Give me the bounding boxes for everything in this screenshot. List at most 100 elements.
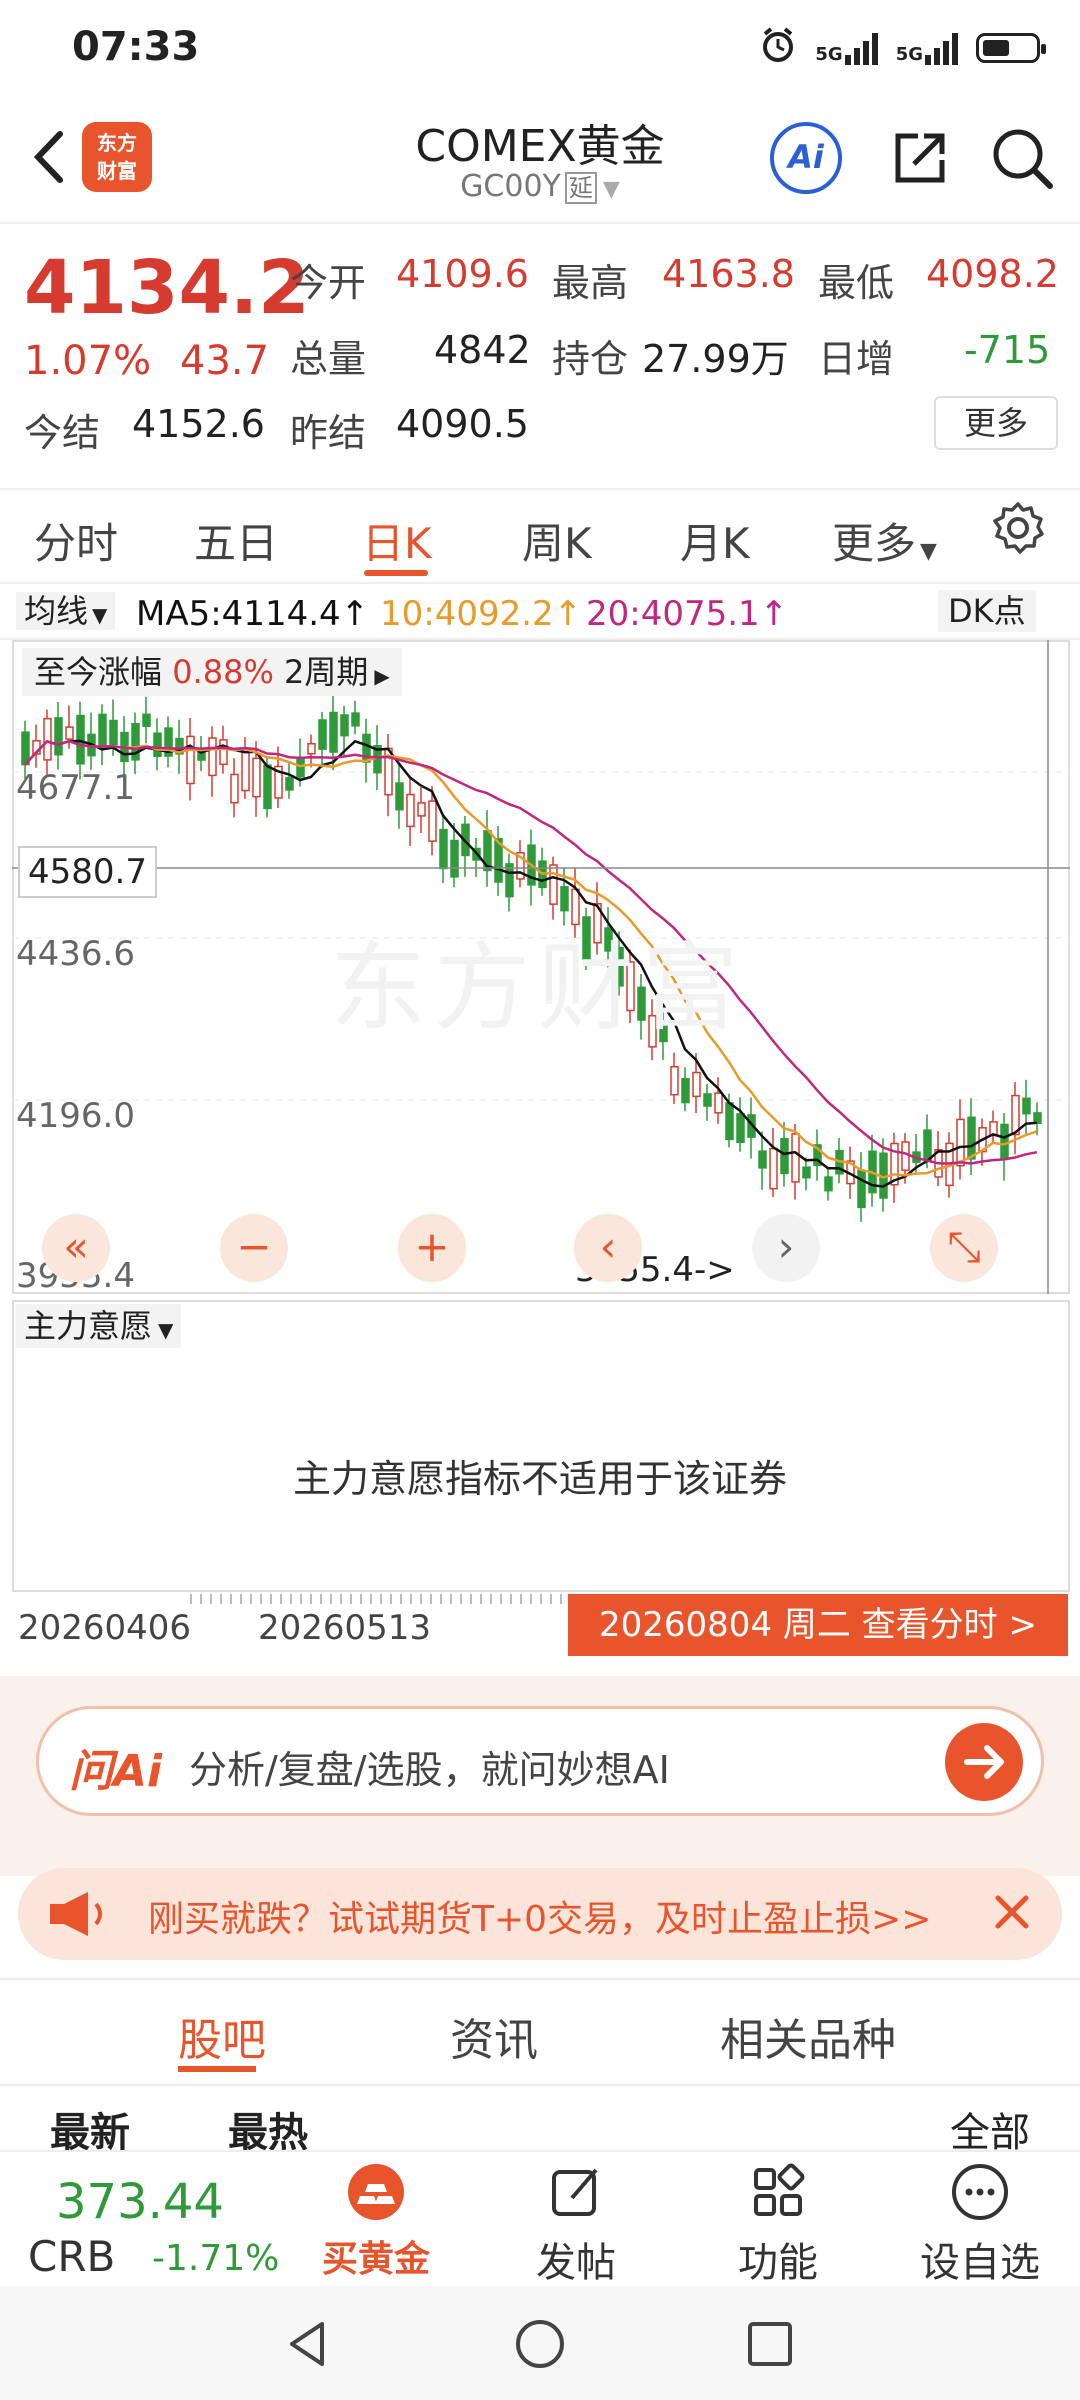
candle [318,719,327,750]
search-button[interactable] [986,122,1058,194]
caret-down-icon: ▼ [92,603,108,627]
settle-label: 今结 [24,411,101,455]
candle [98,713,107,748]
promo-banner[interactable]: 刚买就跌？试试期货T+0交易，及时止盈止损>> [18,1868,1062,1960]
bottom-nav: 373.44 CRB -1.71% 买黄金 发帖 功能 设自选 [0,2150,1080,2288]
candle [725,1102,734,1141]
buy-gold-button[interactable]: 买黄金 [306,2162,446,2282]
share-button[interactable] [884,122,956,194]
functions-button[interactable]: 功能 [708,2162,848,2288]
back-button[interactable] [22,122,82,192]
high-label: 最高 [552,261,629,305]
candle [252,757,261,798]
zoom-in-button[interactable]: + [398,1214,466,1282]
app-logo: 东方 财富 [82,122,152,192]
candle [956,1118,965,1167]
crb-index-change: -1.71% [152,2238,280,2279]
delay-badge: 延 [564,172,597,204]
filter-hot[interactable]: 最热 [228,2100,308,2150]
daily-increase-label: 日增 [818,337,895,381]
candle [901,1141,910,1171]
fullscreen-button[interactable]: ⤡ [930,1214,998,1282]
search-icon [993,129,1053,189]
more-quote-button[interactable]: 更多 [934,396,1058,450]
low-label: 最低 [818,261,895,305]
crb-index-value[interactable]: 373.44 [56,2174,224,2230]
crb-index-name[interactable]: CRB [28,2232,115,2281]
alarm-icon [759,26,797,70]
dk-points-button[interactable]: DK点 [938,590,1036,632]
add-watchlist-button[interactable]: 设自选 [910,2162,1050,2288]
date-mid: 20260513 [258,1608,432,1648]
candle [208,737,217,777]
active-tab-indicator [178,2066,256,2072]
caret-right-icon: ▶ [374,664,390,688]
date-start: 20260406 [18,1608,192,1648]
caret-down-icon: ▼ [920,539,937,564]
tab-daily-k[interactable]: 日K [362,510,432,571]
active-tab-indicator [364,570,428,576]
tab-intraday[interactable]: 分时 [34,510,118,571]
instrument-code[interactable]: GC00Y 延 ▼ [330,168,750,204]
tab-related[interactable]: 相关品种 [720,2004,896,2068]
candle [230,773,239,804]
header: 东方 财富 COMEX黄金 GC00Y 延 ▼ Ai [0,100,1080,220]
filter-latest[interactable]: 最新 [50,2100,130,2150]
candle [923,1129,932,1161]
candle [824,1176,833,1192]
candle [263,764,272,810]
tab-monthly-k[interactable]: 月K [680,510,750,571]
post-button[interactable]: 发帖 [506,2162,646,2288]
ai-go-button[interactable] [945,1723,1023,1801]
ma5-value: MA5:4114.4↑ [136,594,370,634]
view-intraday-button[interactable]: 20260804 周二 查看分时 > [568,1594,1068,1656]
candle [329,711,338,753]
candle [219,739,228,766]
nav-recents-icon[interactable] [742,2316,798,2372]
y-axis-label: 4436.6 [16,934,135,974]
ai-button[interactable]: Ai [770,122,842,194]
date-axis: 20260406 20260513 20260804 周二 查看分时 > [0,1594,1080,1674]
gold-bars-icon [346,2162,406,2222]
candle [351,712,360,727]
candle [670,1065,679,1096]
ma-selector[interactable]: 均线 ▼ [16,592,116,630]
candle [307,743,316,755]
status-icons: 5G 5G [759,26,1046,70]
nav-back-icon[interactable] [280,2316,336,2372]
signal-icon-2: 5G [896,31,958,65]
settings-button[interactable] [990,500,1046,566]
chevron-left-icon [33,131,63,183]
settle-value: 4152.6 [132,402,265,446]
force-indicator-selector[interactable]: 主力意愿 ▼ [16,1304,182,1348]
scroll-left-fast-button[interactable]: « [42,1214,110,1282]
candle [736,1113,745,1144]
prev-settle-value: 4090.5 [396,402,529,446]
megaphone-icon [44,1888,114,1940]
candle [285,777,294,791]
candle [1022,1097,1031,1115]
close-icon [995,1895,1029,1929]
close-button[interactable] [984,1884,1040,1940]
tab-five-day[interactable]: 五日 [194,510,278,571]
tab-forum[interactable]: 股吧 [178,2004,266,2068]
period-tabs: 分时 五日 日K 周K 月K 更多 ▼ [0,488,1080,580]
candle [76,714,85,765]
zoom-out-button[interactable]: − [220,1214,288,1282]
filter-all[interactable]: 全部 [950,2100,1030,2150]
candle [681,1078,690,1104]
candle [505,863,514,898]
nav-home-icon[interactable] [512,2316,568,2372]
ai-search-bar[interactable]: 问Ai 分析/复盘/选股，就问妙想AI [36,1706,1044,1816]
candle [802,1166,811,1179]
open-value: 4109.6 [396,252,529,296]
tab-weekly-k[interactable]: 周K [522,510,592,571]
tab-more[interactable]: 更多 ▼ [832,510,937,571]
tab-news[interactable]: 资讯 [450,2004,538,2068]
range-change-badge[interactable]: 至今涨幅 0.88% 2周期 ▶ [22,648,402,696]
prev-settle-label: 昨结 [290,411,367,455]
promo-text: 刚买就跌？试试期货T+0交易，及时止盈止损>> [148,1899,932,1940]
ma10-value: 10:4092.2↑ [380,594,583,634]
scroll-right-button[interactable]: › [752,1214,820,1282]
scroll-left-button[interactable]: ‹ [574,1214,642,1282]
